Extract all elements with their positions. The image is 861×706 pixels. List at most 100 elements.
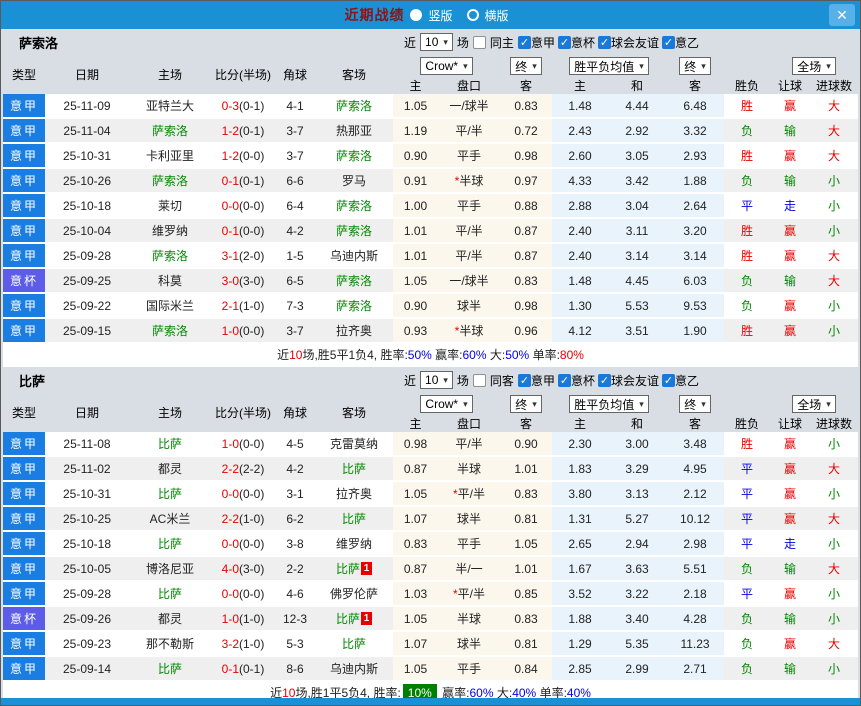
- league-checkbox[interactable]: ✓: [661, 35, 675, 49]
- full-match-select[interactable]: 全场 ▾: [792, 395, 836, 413]
- subcol-avg-away: 客: [689, 79, 702, 93]
- avg-win-cell: 2.60: [552, 143, 609, 169]
- result-cell: 负: [724, 268, 771, 294]
- recent-count-select[interactable]: 10 ▾: [420, 371, 453, 389]
- avg-final-value: 终: [684, 59, 697, 74]
- home-team-name: 都灵: [157, 462, 182, 476]
- result-text: 负: [741, 174, 754, 188]
- goals-result-cell: 大: [810, 143, 859, 169]
- league-label: 意杯: [570, 35, 595, 50]
- handicap-cell: 平/半: [438, 432, 501, 457]
- avg-odds-select[interactable]: 胜平负均值 ▾: [569, 57, 649, 75]
- corner-cell: 2-2: [275, 556, 315, 582]
- same-venue-checkbox[interactable]: [472, 35, 486, 49]
- halftime-score: (0-1): [239, 123, 265, 138]
- halftime-score: (0-0): [239, 323, 265, 338]
- subcol-avg-away: 客: [689, 417, 702, 431]
- goals-result-text: 小: [828, 662, 841, 676]
- horizontal-layout-radio[interactable]: [466, 9, 479, 21]
- league-checkbox[interactable]: ✓: [517, 35, 531, 49]
- league-checkbox[interactable]: ✓: [517, 373, 531, 387]
- result-text: 平: [741, 537, 754, 551]
- avg-lose-cell: 3.14: [666, 243, 725, 269]
- corner-cell: 1-5: [275, 243, 315, 269]
- goals-result-cell: 小: [810, 218, 859, 244]
- league-checkbox[interactable]: ✓: [557, 35, 571, 49]
- home-odds-cell: 1.03: [393, 581, 438, 607]
- avg-odds-select[interactable]: 胜平负均值 ▾: [569, 395, 649, 413]
- league-checkbox[interactable]: ✓: [661, 373, 675, 387]
- close-button[interactable]: ✕: [829, 4, 855, 26]
- away-odds-cell: 0.81: [500, 506, 553, 532]
- chevron-down-icon: ▾: [463, 60, 468, 71]
- window-title: 近期战绩: [344, 7, 405, 23]
- goals-result-text: 小: [828, 612, 841, 626]
- result-text: 胜: [741, 249, 754, 263]
- league-checkbox[interactable]: ✓: [557, 373, 571, 387]
- handicap-name: 球半: [457, 299, 482, 313]
- away-team-cell: 萨索洛: [315, 218, 393, 244]
- away-team-cell: 维罗纳: [315, 531, 393, 557]
- result-cell: 胜: [724, 318, 771, 344]
- crow-odds-select[interactable]: Crow* ▾: [420, 57, 473, 75]
- table-row: 意甲 25-09-22 国际米兰 2-1(1-0) 7-3 萨索洛 0.90 球半 0.98 1.…: [3, 293, 859, 319]
- crow-odds-select[interactable]: Crow* ▾: [420, 395, 473, 413]
- match-type-cell: 意甲: [3, 94, 45, 119]
- goals-result-cell: 小: [810, 606, 859, 632]
- col-header-goals: 进球数: [816, 417, 853, 431]
- avg-lose-cell: 2.71: [666, 656, 725, 682]
- away-team-cell: 萨索洛: [315, 293, 393, 319]
- handicap-result-cell: 输: [770, 168, 811, 194]
- goals-result-cell: 小: [810, 168, 859, 194]
- table-row: 意杯 25-09-26 都灵 1-0(1-0) 12-3 比萨 1 1.05 半球 0.83 1.8…: [3, 606, 859, 632]
- league-checkbox[interactable]: ✓: [597, 373, 611, 387]
- match-date-cell: 25-09-14: [45, 656, 129, 682]
- recent-count-select[interactable]: 10 ▾: [420, 33, 453, 51]
- fulltime-score: 0-1: [221, 223, 239, 238]
- summary-segment: 赢率:: [431, 348, 463, 362]
- match-type-cell: 意甲: [3, 168, 45, 194]
- home-odds-cell: 0.87: [393, 456, 438, 482]
- results-table: 类型 日期 主场 比分(半场) 角球 客场 Crow* ▾ 终 ▾ 胜平负均值 …: [3, 393, 859, 682]
- league-checkbox[interactable]: ✓: [597, 35, 611, 49]
- final-odds-select[interactable]: 终 ▾: [510, 57, 542, 75]
- summary-segment: 大:: [486, 348, 506, 362]
- fulltime-score: 3-0: [221, 273, 239, 288]
- table-row: 意甲 25-10-05 博洛尼亚 4-0(3-0) 2-2 比萨 1 0.87 半/一 1.01 1…: [3, 556, 859, 582]
- col-header-corner: 角球: [282, 68, 307, 82]
- away-team-name: 拉齐奥: [335, 487, 372, 501]
- away-team-name: 比萨: [335, 562, 360, 576]
- goals-result-cell: 大: [810, 243, 859, 269]
- handicap-name: 平手: [457, 199, 482, 213]
- home-team-cell: 比萨: [129, 432, 211, 457]
- home-odds-cell: 1.05: [393, 94, 438, 119]
- vertical-layout-radio[interactable]: [410, 9, 423, 21]
- avg-draw-cell: 3.51: [608, 318, 667, 344]
- avg-draw-cell: 5.53: [608, 293, 667, 319]
- home-team-cell: AC米兰: [129, 506, 211, 532]
- avg-final-select[interactable]: 终 ▾: [679, 395, 711, 413]
- home-odds-cell: 1.05: [393, 656, 438, 682]
- handicap-cell: 一/球半: [438, 268, 501, 294]
- avg-win-cell: 2.85: [552, 656, 609, 682]
- final-odds-select[interactable]: 终 ▾: [510, 395, 542, 413]
- col-header-corner: 角球: [282, 406, 307, 420]
- result-text: 平: [741, 487, 754, 501]
- avg-lose-cell: 5.51: [666, 556, 725, 582]
- match-type-cell: 意甲: [3, 456, 45, 482]
- full-match-select[interactable]: 全场 ▾: [792, 57, 836, 75]
- match-date-cell: 25-11-09: [45, 94, 129, 119]
- red-card-badge: 1: [361, 562, 372, 575]
- goals-result-text: 大: [828, 562, 841, 576]
- handicap-result-text: 赢: [784, 437, 797, 451]
- team-name: 萨索洛: [19, 35, 59, 51]
- halftime-score: (0-0): [239, 536, 265, 551]
- avg-final-select[interactable]: 终 ▾: [679, 57, 711, 75]
- home-odds-cell: 1.05: [393, 606, 438, 632]
- same-venue-checkbox[interactable]: [472, 373, 486, 387]
- home-team-name: 比萨: [157, 487, 182, 501]
- home-team-name: 亚特兰大: [145, 99, 194, 113]
- handicap-name: 半球: [457, 612, 482, 626]
- goals-result-text: 小: [828, 224, 841, 238]
- league-label: 意甲: [530, 35, 555, 50]
